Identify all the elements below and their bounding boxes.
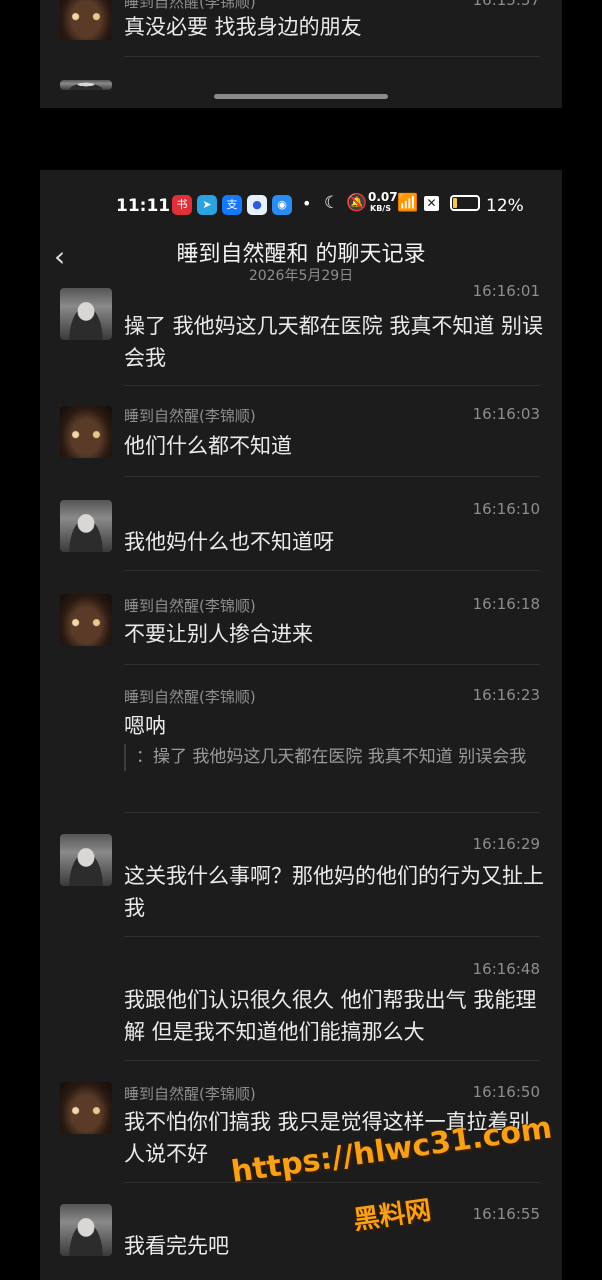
close-icon: ✕ <box>424 196 439 211</box>
divider <box>124 385 540 386</box>
message-sender: 睡到自然醒(李锦顺) <box>124 1085 256 1103</box>
message-text[interactable]: 我看完先吧 <box>124 1230 544 1262</box>
message-text[interactable]: 这关我什么事啊？那他妈的他们的行为又扯上我 <box>124 860 544 924</box>
home-indicator[interactable] <box>214 94 388 99</box>
message-time: 16:16:55 <box>472 1205 540 1223</box>
divider <box>124 1182 540 1183</box>
message-text[interactable]: 我跟他们认识很久很久 他们帮我出气 我能理解 但是我不知道他们能搞那么大 <box>124 984 544 1048</box>
avatar[interactable] <box>60 1204 112 1256</box>
net-speed-unit: KB/S <box>370 204 391 213</box>
message-sender: 睡到自然醒(李锦顺) <box>124 688 256 706</box>
message-time: 16:16:29 <box>472 835 540 853</box>
dot-icon: • <box>302 194 312 213</box>
avatar[interactable] <box>60 1082 112 1134</box>
message-text[interactable]: 他们什么都不知道 <box>124 430 544 462</box>
avatar[interactable] <box>60 80 112 90</box>
divider <box>124 664 540 665</box>
quoted-message[interactable]: ：操了 我他妈这几天都在医院 我真不知道 别误会我 <box>124 744 536 771</box>
moon-icon: ☾ <box>324 193 340 213</box>
telegram-icon: ➤ <box>197 195 217 215</box>
message-text[interactable]: 操了 我他妈这几天都在医院 我真不知道 别误会我 <box>124 310 544 374</box>
message-time: 16:16:01 <box>472 282 540 300</box>
avatar[interactable] <box>60 0 112 40</box>
wifi-icon: 📶 <box>397 193 419 213</box>
divider <box>124 936 540 937</box>
chat-history-panel: 11:11 书 ➤ 支 ● ◉ • ☾ 🔕 0.07 KB/S 📶 ✕ 12% … <box>40 170 562 1280</box>
message-time: 16:16:18 <box>472 595 540 613</box>
message-text[interactable]: 我他妈什么也不知道呀 <box>124 526 544 558</box>
avatar[interactable] <box>60 288 112 340</box>
net-speed: 0.07 <box>368 190 398 204</box>
clock: 11:11 <box>116 196 171 216</box>
battery-percent: 12% <box>486 196 524 216</box>
divider <box>124 570 540 571</box>
message-sender: 睡到自然醒(李锦顺) <box>124 597 256 615</box>
message-text: 真没必要 找我身边的朋友 <box>124 15 362 39</box>
divider <box>124 476 540 477</box>
mute-bell-icon: 🔕 <box>346 193 368 213</box>
avatar[interactable] <box>60 834 112 886</box>
message-time: 16:16:23 <box>472 686 540 704</box>
previous-screenshot-panel: 睡到自然醒(李锦顺) 16:15:57 真没必要 找我身边的朋友 <box>40 0 562 108</box>
message-time: 16:16:10 <box>472 500 540 518</box>
avatar[interactable] <box>60 406 112 458</box>
message-sender: 睡到自然醒(李锦顺) <box>124 407 256 425</box>
message-text[interactable]: 不要让别人掺合进来 <box>124 618 544 650</box>
qq-icon: ◉ <box>272 195 292 215</box>
alipay-icon: 支 <box>222 195 242 215</box>
xiaohongshu-icon: 书 <box>172 195 192 215</box>
message-time: 16:16:48 <box>472 960 540 978</box>
avatar[interactable] <box>60 594 112 646</box>
divider <box>124 1060 540 1061</box>
baidu-icon: ● <box>247 195 267 215</box>
battery-icon <box>450 195 480 211</box>
status-bar: 11:11 书 ➤ 支 ● ◉ • ☾ 🔕 0.07 KB/S 📶 ✕ 12% <box>40 190 562 220</box>
page-title: 睡到自然醒和 的聊天记录 <box>176 242 426 267</box>
avatar[interactable] <box>60 500 112 552</box>
divider <box>124 812 540 813</box>
divider <box>124 56 540 57</box>
message-time: 16:16:03 <box>472 405 540 423</box>
message-time: 16:16:50 <box>472 1083 540 1101</box>
message-text[interactable]: 嗯呐 <box>124 710 544 742</box>
message-time: 16:15:57 <box>472 0 540 9</box>
